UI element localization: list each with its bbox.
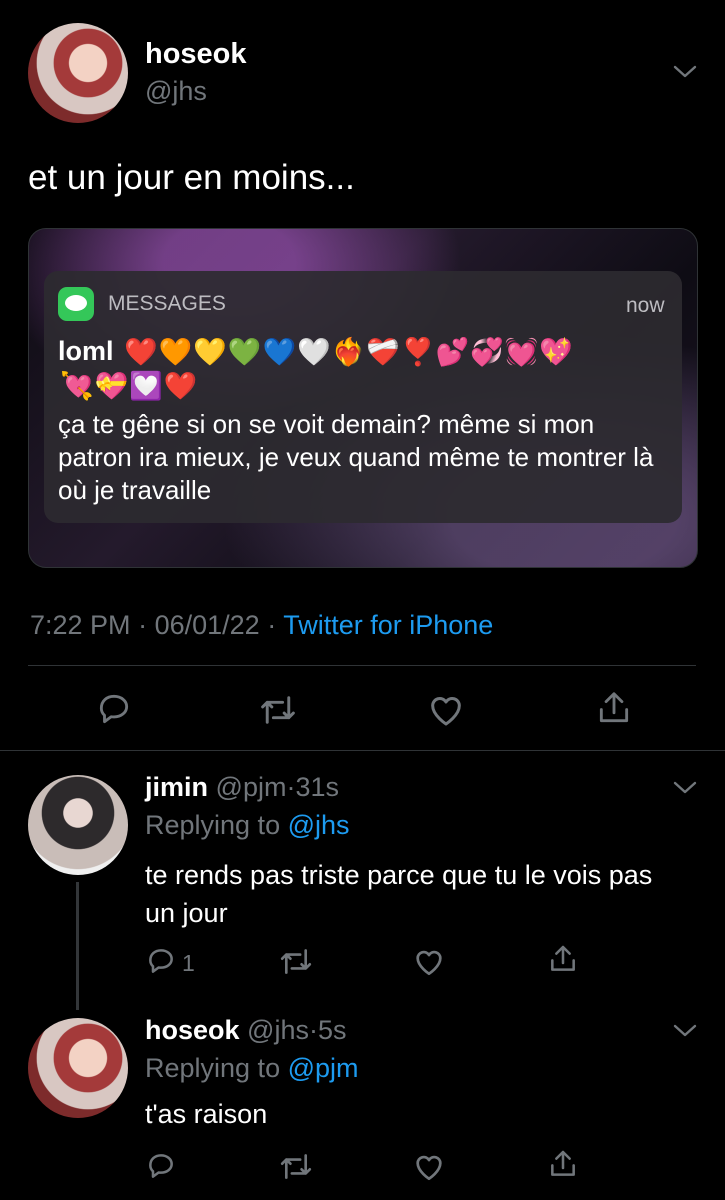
notification-emojis: 💘💝💟❤️ (60, 371, 199, 401)
tweet-meta: 7:22 PM · 06/01/22 · Twitter for iPhone (30, 610, 493, 641)
reply-icon[interactable] (145, 1150, 177, 1182)
author-handle[interactable]: @pjm (216, 772, 287, 802)
reply-text: te rends pas triste parce que tu le vois… (145, 860, 653, 928)
author-display-name[interactable]: jimin (145, 772, 208, 802)
divider (28, 665, 696, 666)
replying-to: Replying to @jhs (145, 810, 350, 841)
chevron-down-icon[interactable] (672, 778, 698, 798)
replying-to-handle[interactable]: @jhs (288, 810, 350, 840)
thread-line (76, 882, 79, 1010)
reply-time[interactable]: 31s (295, 772, 339, 802)
tweet-time: 7:22 PM (30, 610, 131, 640)
like-icon[interactable] (412, 945, 446, 977)
meta-separator: · (138, 610, 148, 640)
meta-separator: · (308, 1015, 318, 1045)
reply-time[interactable]: 5s (318, 1015, 347, 1045)
reply-icon[interactable] (145, 945, 177, 977)
reply-header: hoseok @jhs·5s (145, 1015, 347, 1046)
avatar[interactable] (28, 775, 128, 875)
author-display-name[interactable]: hoseok (145, 1015, 240, 1045)
reply-count: 1 (182, 950, 195, 976)
retweet-icon[interactable] (278, 1151, 314, 1182)
tweet-text: et un jour en moins... (28, 158, 355, 197)
retweet-icon[interactable] (258, 692, 298, 728)
retweet-icon[interactable] (278, 946, 314, 977)
reply-header: jimin @pjm·31s (145, 772, 339, 803)
share-icon[interactable] (595, 688, 633, 728)
meta-separator: · (267, 610, 277, 640)
messages-app-icon (58, 287, 94, 321)
replying-to: Replying to @pjm (145, 1053, 359, 1084)
share-icon[interactable] (547, 942, 579, 976)
chevron-down-icon[interactable] (672, 1021, 698, 1041)
notification-emojis: ❤️🧡💛💚💙🤍❤️‍🔥❤️‍🩹❣️💕💞💓💖 (124, 337, 575, 367)
like-icon[interactable] (426, 690, 466, 728)
author-handle[interactable]: @jhs (247, 1015, 309, 1045)
notification-time: now (626, 294, 665, 317)
notification-app-name: MESSAGES (108, 292, 226, 315)
replying-to-label: Replying to (145, 1053, 281, 1083)
reply-text: t'as raison (145, 1099, 268, 1129)
notification-body: ça te gêne si on se voit demain? même si… (58, 409, 654, 505)
avatar[interactable] (28, 1018, 128, 1118)
replying-to-handle[interactable]: @pjm (288, 1053, 359, 1083)
author-display-name[interactable]: hoseok (145, 38, 247, 71)
reply-icon[interactable] (95, 690, 133, 728)
notification-sender: loml (58, 336, 114, 366)
like-icon[interactable] (412, 1150, 446, 1182)
share-icon[interactable] (547, 1147, 579, 1181)
tweet-date: 06/01/22 (154, 610, 260, 640)
replying-to-label: Replying to (145, 810, 281, 840)
tweet-source-link[interactable]: Twitter for iPhone (283, 610, 493, 640)
avatar[interactable] (28, 23, 128, 123)
chevron-down-icon[interactable] (672, 62, 698, 82)
author-handle[interactable]: @jhs (145, 76, 207, 107)
divider (0, 750, 725, 751)
